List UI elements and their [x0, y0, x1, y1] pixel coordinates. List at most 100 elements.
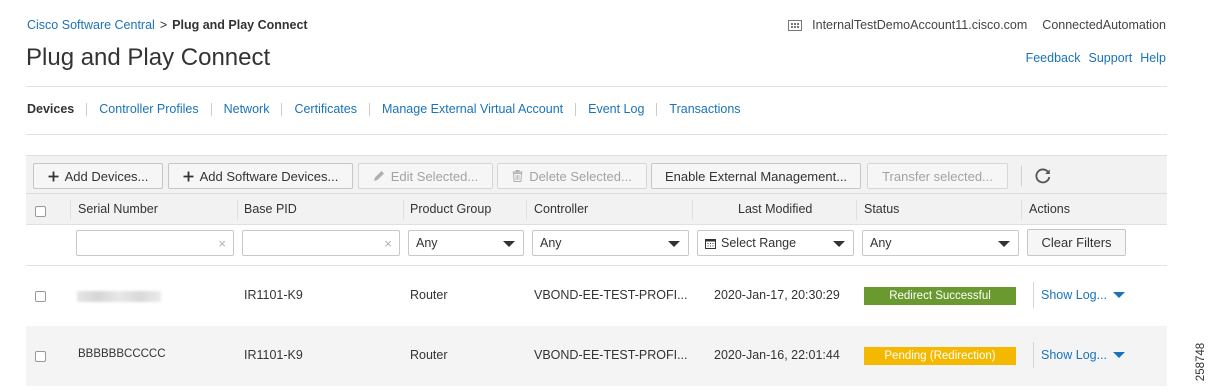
transfer-selected-label: Transfer selected... [882, 168, 993, 184]
clear-icon[interactable]: × [384, 236, 392, 251]
tab-network[interactable]: Network [224, 102, 270, 116]
building-icon [788, 19, 803, 31]
tab-controller-profiles[interactable]: Controller Profiles [99, 102, 198, 116]
column-header-base-pid[interactable]: Base PID [244, 202, 297, 216]
controller-cell: VBOND-EE-TEST-PROFI... [534, 348, 688, 362]
actions-separator [1033, 282, 1034, 308]
tab-divider [656, 102, 658, 116]
page-title: Plug and Play Connect [26, 44, 271, 71]
controller-filter-value: Any [540, 236, 562, 250]
add-devices-button[interactable]: Add Devices... [33, 163, 163, 189]
last-modified-filter-value: Select Range [721, 236, 797, 250]
add-devices-label: Add Devices... [64, 168, 149, 184]
show-log-label: Show Log... [1041, 348, 1108, 362]
enable-external-management-button[interactable]: Enable External Management... [651, 163, 861, 189]
add-software-devices-label: Add Software Devices... [199, 168, 339, 184]
product-group-filter-value: Any [416, 236, 438, 250]
table-row: BBBBBBCCCCC IR1101-K9 Router VBOND-EE-TE… [26, 326, 1167, 386]
column-header-product-group[interactable]: Product Group [410, 202, 491, 216]
breadcrumb-current: Plug and Play Connect [172, 18, 308, 32]
enable-external-management-label: Enable External Management... [664, 168, 848, 184]
base-pid-cell: IR1101-K9 [244, 348, 303, 362]
help-links: Feedback Support Help [1018, 51, 1166, 65]
column-header-actions: Actions [1029, 202, 1070, 216]
chevron-down-icon [668, 241, 680, 247]
last-modified-cell: 2020-Jan-17, 20:30:29 [714, 288, 840, 302]
column-header-controller[interactable]: Controller [534, 202, 588, 216]
base-pid-cell: IR1101-K9 [244, 288, 303, 302]
breadcrumb-root-link[interactable]: Cisco Software Central [27, 18, 155, 32]
plus-icon [48, 171, 59, 182]
account-user[interactable]: ConnectedAutomation [1042, 18, 1166, 32]
calendar-icon [705, 238, 716, 249]
base-pid-filter-input[interactable]: × [242, 230, 400, 256]
chevron-down-icon [998, 241, 1010, 247]
devices-grid: Add Devices... Add Software Devices... E… [26, 155, 1167, 386]
account-domain[interactable]: InternalTestDemoAccount11.cisco.com [812, 18, 1027, 32]
product-group-cell: Router [410, 348, 448, 362]
status-filter-value: Any [870, 236, 892, 250]
column-separator [403, 200, 404, 220]
help-link[interactable]: Help [1140, 51, 1166, 65]
column-header-status[interactable]: Status [864, 202, 899, 216]
chevron-down-icon[interactable] [1113, 352, 1126, 358]
filter-row: × × Any Any Select Range Any Clear Filte… [26, 225, 1167, 266]
trash-icon [512, 170, 523, 182]
delete-selected-label: Delete Selected... [529, 168, 632, 184]
chevron-down-icon [833, 241, 845, 247]
tab-divider [86, 102, 88, 116]
chevron-down-icon[interactable] [1113, 292, 1126, 298]
tab-divider [281, 102, 283, 116]
column-header-serial-number[interactable]: Serial Number [78, 202, 158, 216]
controller-filter-select[interactable]: Any [532, 230, 689, 256]
toolbar-separator [1021, 166, 1022, 186]
column-separator [856, 200, 857, 220]
clear-filters-button[interactable]: Clear Filters [1027, 229, 1126, 256]
show-log-link[interactable]: Show Log... [1041, 348, 1126, 362]
serial-number-redacted [77, 291, 161, 302]
support-link[interactable]: Support [1089, 51, 1133, 65]
last-modified-filter-select[interactable]: Select Range [697, 230, 854, 256]
column-separator [526, 200, 527, 220]
column-separator [237, 200, 238, 220]
edit-selected-button[interactable]: Edit Selected... [358, 163, 493, 189]
refresh-icon[interactable] [1033, 166, 1053, 186]
divider [26, 86, 1167, 87]
tab-manage-external-virtual-account[interactable]: Manage External Virtual Account [382, 102, 563, 116]
tab-divider [210, 102, 212, 116]
tab-devices[interactable]: Devices [27, 102, 74, 116]
column-header-last-modified[interactable]: Last Modified [738, 202, 812, 216]
column-separator [70, 200, 71, 220]
product-group-cell: Router [410, 288, 448, 302]
tab-bar: Devices Controller Profiles Network Cert… [27, 102, 741, 116]
status-badge: Redirect Successful [864, 287, 1016, 305]
chevron-down-icon [503, 241, 515, 247]
serial-number-filter-input[interactable]: × [76, 230, 234, 256]
status-filter-select[interactable]: Any [862, 230, 1019, 256]
breadcrumb: Cisco Software Central > Plug and Play Con… [27, 18, 308, 32]
transfer-selected-button[interactable]: Transfer selected... [867, 163, 1008, 189]
tab-divider [368, 102, 370, 116]
product-group-filter-select[interactable]: Any [408, 230, 524, 256]
tab-event-log[interactable]: Event Log [588, 102, 644, 116]
plus-icon [183, 171, 194, 182]
grid-toolbar: Add Devices... Add Software Devices... E… [26, 155, 1167, 194]
select-all-checkbox[interactable] [35, 206, 46, 217]
table-row: IR1101-K9 Router VBOND-EE-TEST-PROFI... … [26, 266, 1167, 326]
figure-number: 258748 [1195, 338, 1216, 388]
show-log-link[interactable]: Show Log... [1041, 288, 1126, 302]
delete-selected-button[interactable]: Delete Selected... [497, 163, 647, 189]
add-software-devices-button[interactable]: Add Software Devices... [168, 163, 353, 189]
row-checkbox[interactable] [35, 291, 46, 302]
column-separator [1021, 200, 1022, 220]
account-info: InternalTestDemoAccount11.cisco.com Conn… [788, 18, 1166, 32]
clear-icon[interactable]: × [218, 236, 226, 251]
feedback-link[interactable]: Feedback [1026, 51, 1081, 65]
last-modified-cell: 2020-Jan-16, 22:01:44 [714, 348, 840, 362]
tab-transactions[interactable]: Transactions [669, 102, 740, 116]
column-separator [692, 200, 693, 220]
tab-certificates[interactable]: Certificates [294, 102, 357, 116]
breadcrumb-separator: > [159, 18, 168, 32]
row-checkbox[interactable] [35, 351, 46, 362]
show-log-label: Show Log... [1041, 288, 1108, 302]
